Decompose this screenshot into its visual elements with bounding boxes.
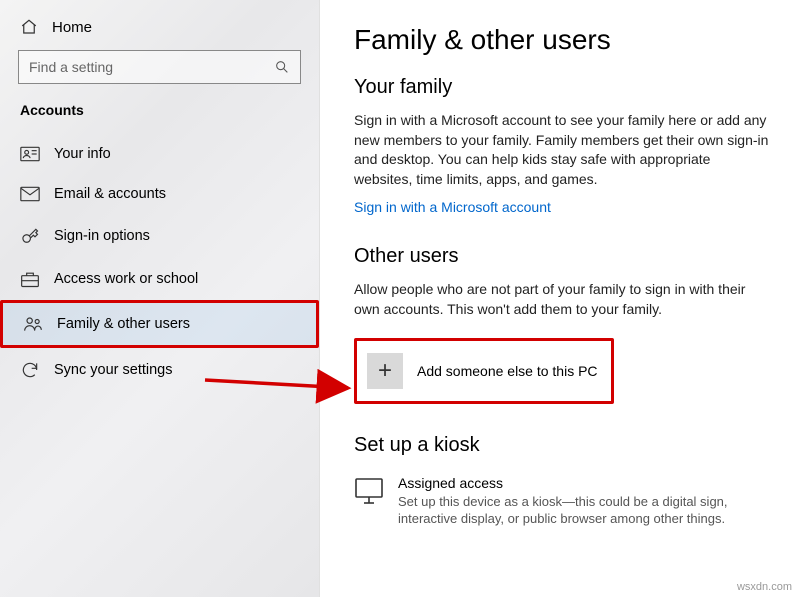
sidebar-section-title: Accounts bbox=[0, 102, 319, 134]
sidebar-item-label: Sync your settings bbox=[54, 362, 172, 378]
kiosk-item-desc: Set up this device as a kiosk—this could… bbox=[398, 493, 770, 528]
key-icon bbox=[20, 226, 40, 246]
search-settings-input[interactable] bbox=[29, 59, 274, 75]
sidebar-item-label: Email & accounts bbox=[54, 186, 166, 202]
sidebar-item-signin-options[interactable]: Sign-in options bbox=[0, 214, 319, 258]
sidebar-item-sync[interactable]: Sync your settings bbox=[0, 348, 319, 392]
other-users-heading: Other users bbox=[354, 245, 770, 268]
assigned-access-item[interactable]: Assigned access Set up this device as a … bbox=[354, 469, 770, 528]
page-title: Family & other users bbox=[354, 24, 770, 56]
other-users-body: Allow people who are not part of your fa… bbox=[354, 280, 770, 319]
search-icon bbox=[274, 59, 290, 75]
sidebar-item-label: Sign-in options bbox=[54, 228, 150, 244]
watermark: wsxdn.com bbox=[737, 581, 792, 593]
home-icon bbox=[20, 18, 38, 36]
settings-sidebar: Home Accounts Your info Em bbox=[0, 0, 320, 597]
sidebar-item-work-school[interactable]: Access work or school bbox=[0, 258, 319, 300]
plus-icon: + bbox=[367, 353, 403, 389]
person-card-icon bbox=[20, 146, 40, 162]
monitor-icon bbox=[354, 475, 384, 505]
kiosk-section: Set up a kiosk Assigned access Set up th… bbox=[354, 434, 770, 528]
signin-ms-account-link[interactable]: Sign in with a Microsoft account bbox=[354, 199, 551, 215]
sidebar-item-family-users[interactable]: Family & other users bbox=[0, 300, 319, 348]
sidebar-item-email[interactable]: Email & accounts bbox=[0, 174, 319, 214]
kiosk-heading: Set up a kiosk bbox=[354, 434, 770, 457]
family-body: Sign in with a Microsoft account to see … bbox=[354, 111, 770, 189]
briefcase-icon bbox=[20, 270, 40, 288]
kiosk-item-title: Assigned access bbox=[398, 475, 770, 491]
main-content: Family & other users Your family Sign in… bbox=[320, 0, 800, 597]
sidebar-item-label: Access work or school bbox=[54, 271, 198, 287]
sync-icon bbox=[20, 360, 40, 380]
home-label: Home bbox=[52, 19, 92, 36]
people-icon bbox=[23, 315, 43, 333]
sidebar-item-label: Your info bbox=[54, 146, 111, 162]
other-users-section: Other users Allow people who are not par… bbox=[354, 245, 770, 319]
family-heading: Your family bbox=[354, 76, 770, 99]
your-family-section: Your family Sign in with a Microsoft acc… bbox=[354, 76, 770, 215]
add-someone-label: Add someone else to this PC bbox=[417, 363, 598, 379]
add-someone-button[interactable]: + Add someone else to this PC bbox=[354, 338, 614, 404]
sidebar-item-your-info[interactable]: Your info bbox=[0, 134, 319, 174]
sidebar-item-label: Family & other users bbox=[57, 316, 190, 332]
search-settings-input-wrap[interactable] bbox=[18, 50, 301, 84]
home-nav[interactable]: Home bbox=[0, 18, 319, 50]
sidebar-nav-list: Your info Email & accounts Sign-in optio… bbox=[0, 134, 319, 392]
mail-icon bbox=[20, 186, 40, 202]
